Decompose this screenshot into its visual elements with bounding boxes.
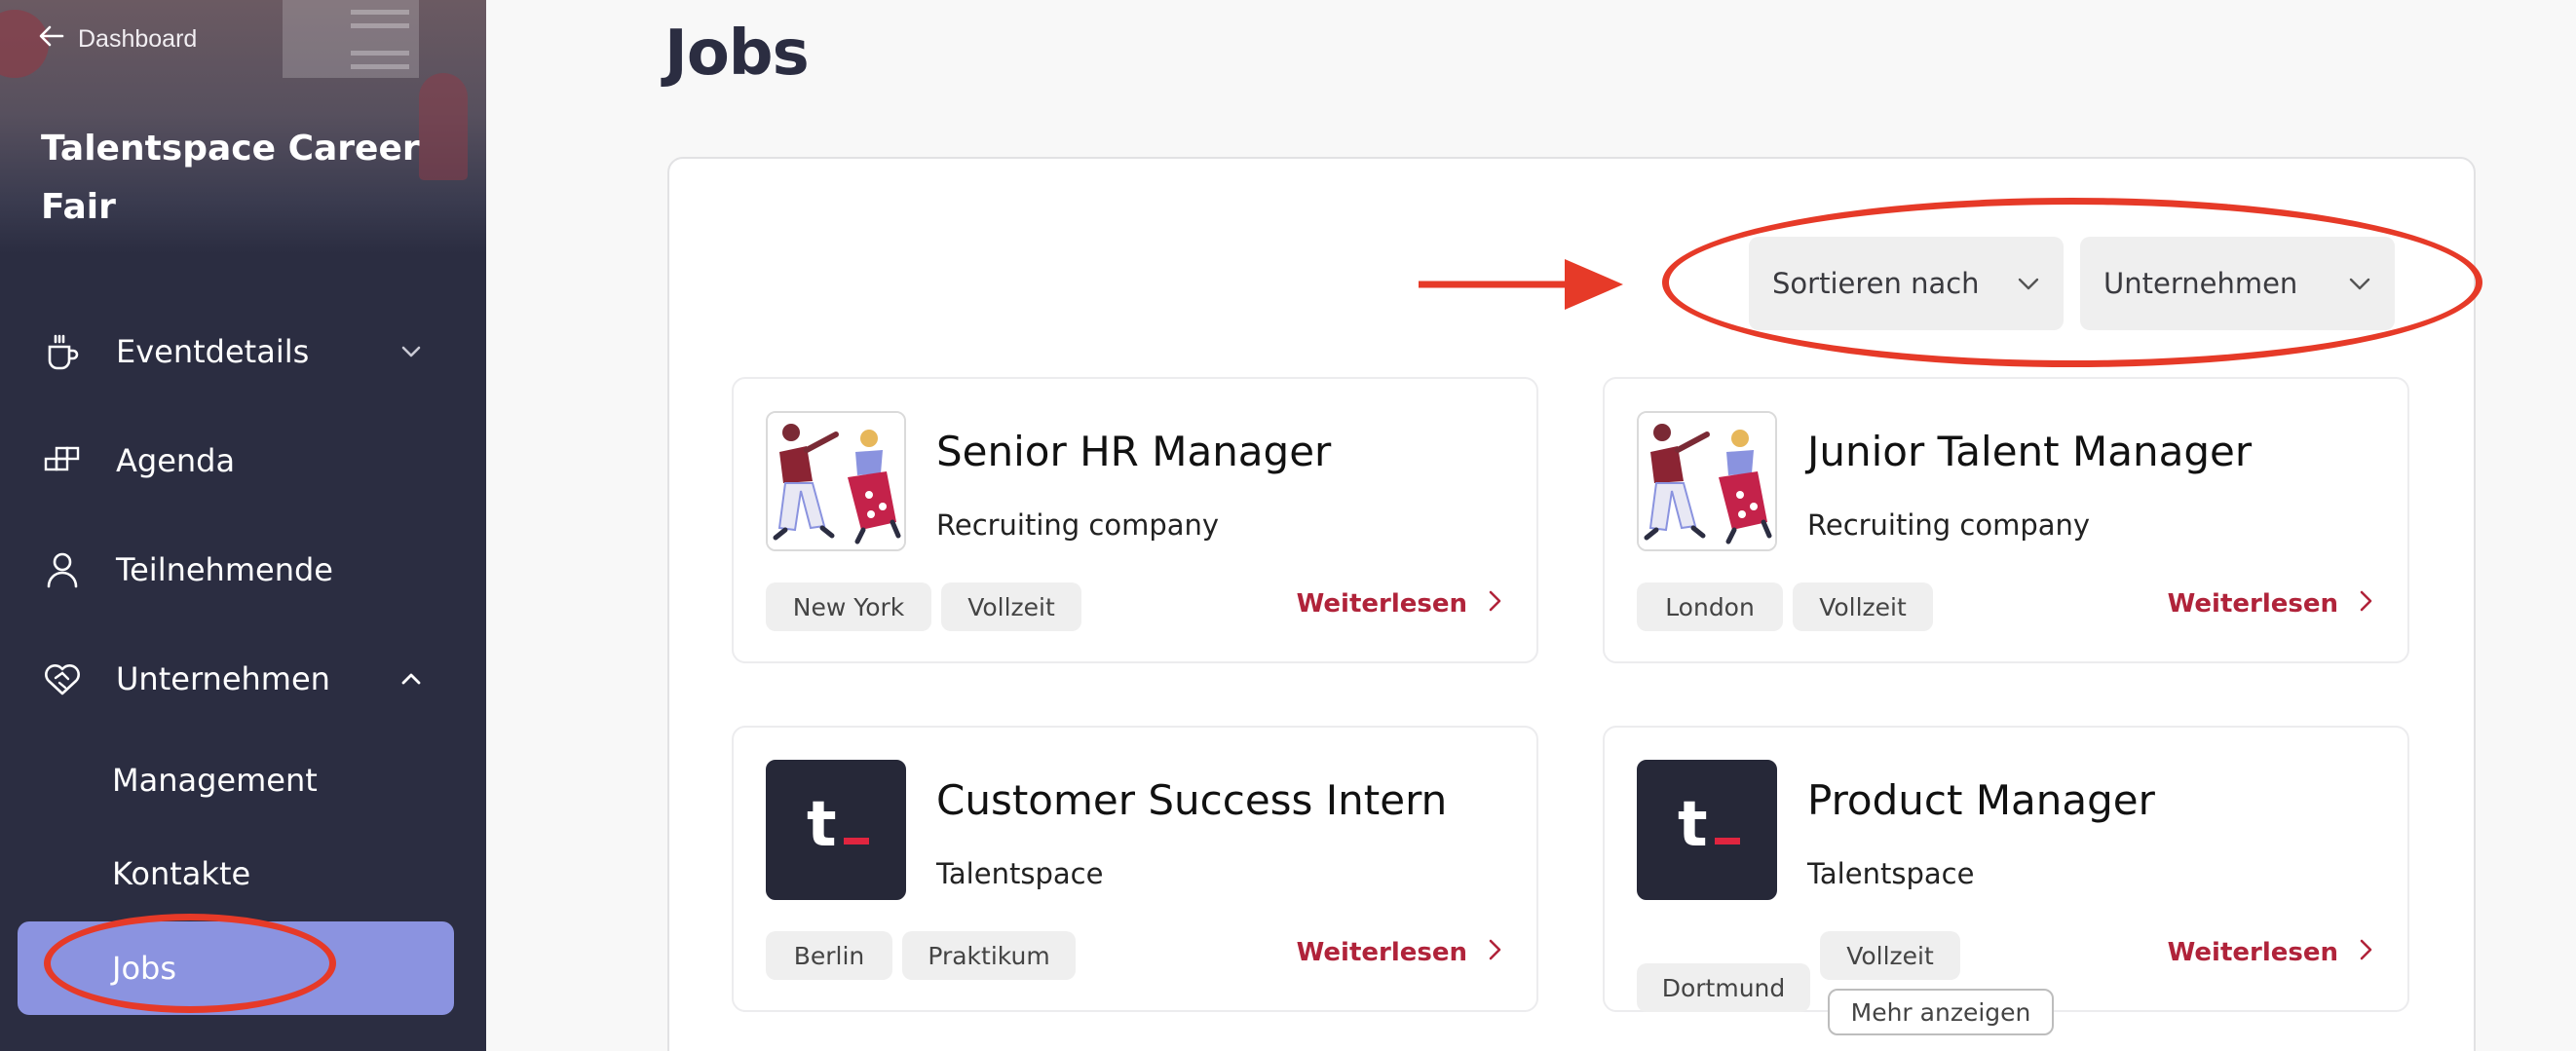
job-company: Recruiting company xyxy=(1807,508,2091,542)
location-tag: New York xyxy=(766,582,931,631)
svg-text:t: t xyxy=(807,789,837,861)
job-company: Talentspace xyxy=(1807,857,1975,890)
location-tag: London xyxy=(1637,582,1783,631)
sidebar-item-teilnehmende[interactable]: Teilnehmende xyxy=(0,531,486,609)
company-filter-dropdown[interactable]: Unternehmen xyxy=(2080,237,2395,330)
person-icon xyxy=(43,550,82,589)
sidebar-item-label: Agenda xyxy=(116,442,236,479)
event-title: Talentspace Career Fair xyxy=(41,129,420,227)
read-more-label: Weiterlesen xyxy=(2167,589,2338,619)
sidebar-item-eventdetails[interactable]: Eventdetails xyxy=(0,313,486,391)
talentspace-logo: t xyxy=(1637,760,1777,900)
read-more-label: Weiterlesen xyxy=(1296,938,1467,967)
location-tag: Berlin xyxy=(766,931,892,980)
sidebar-item-label: Teilnehmende xyxy=(116,551,333,588)
illustration-people-icon xyxy=(766,411,906,551)
show-more-tags-button[interactable]: Mehr anzeigen xyxy=(1828,989,2054,1035)
page-title: Jobs xyxy=(664,18,810,90)
talentspace-logo: t xyxy=(766,760,906,900)
job-card[interactable]: Senior HR Manager Recruiting company New… xyxy=(732,377,1538,663)
employment-type-tag: Vollzeit xyxy=(1820,931,1960,980)
coffee-cup-icon xyxy=(43,332,82,371)
annotation-arrow xyxy=(1419,259,1623,310)
agenda-blocks-icon xyxy=(43,441,82,480)
sidebar-subitem-label: Jobs xyxy=(112,950,176,987)
job-title[interactable]: Customer Success Intern xyxy=(936,776,1447,824)
employment-type-tag: Vollzeit xyxy=(941,582,1081,631)
sidebar-item-unternehmen[interactable]: Unternehmen xyxy=(0,640,486,718)
handshake-icon xyxy=(43,659,82,698)
location-tag: Dortmund xyxy=(1637,963,1810,1012)
job-card[interactable]: Junior Talent Manager Recruiting company… xyxy=(1603,377,2409,663)
sidebar-subitem-kontakte[interactable]: Kontakte xyxy=(0,835,486,913)
employment-type-tag: Vollzeit xyxy=(1793,582,1933,631)
read-more-label: Weiterlesen xyxy=(2167,938,2338,967)
arrow-left-icon xyxy=(39,25,64,54)
chevron-right-icon xyxy=(1489,589,1501,619)
sidebar-item-label: Eventdetails xyxy=(116,333,310,370)
read-more-link[interactable]: Weiterlesen xyxy=(2168,938,2372,967)
sort-by-dropdown[interactable]: Sortieren nach xyxy=(1749,237,2064,330)
chevron-up-icon xyxy=(398,665,425,693)
sidebar-item-agenda[interactable]: Agenda xyxy=(0,422,486,500)
employment-type-tag: Praktikum xyxy=(902,931,1076,980)
illustration-people-icon xyxy=(1637,411,1777,551)
job-company: Recruiting company xyxy=(936,508,1220,542)
chevron-down-icon xyxy=(398,338,425,365)
read-more-link[interactable]: Weiterlesen xyxy=(1297,589,1501,619)
sidebar: Dashboard Talentspace Career Fair Eventd… xyxy=(0,0,486,1051)
read-more-link[interactable]: Weiterlesen xyxy=(1297,938,1501,967)
job-title[interactable]: Junior Talent Manager xyxy=(1807,428,2252,475)
back-to-dashboard-link[interactable]: Dashboard xyxy=(39,25,197,54)
chevron-down-icon xyxy=(2015,270,2042,297)
job-card[interactable]: t Customer Success Intern Talentspace Be… xyxy=(732,726,1538,1012)
sidebar-item-label: Unternehmen xyxy=(116,660,330,697)
company-filter-label: Unternehmen xyxy=(2103,267,2298,300)
chevron-right-icon xyxy=(2360,938,2372,967)
chevron-right-icon xyxy=(1489,938,1501,967)
job-title[interactable]: Product Manager xyxy=(1807,776,2155,824)
svg-text:t: t xyxy=(1678,789,1708,861)
read-more-link[interactable]: Weiterlesen xyxy=(2168,589,2372,619)
back-link-label: Dashboard xyxy=(78,25,198,53)
chevron-down-icon xyxy=(2346,270,2373,297)
sort-by-label: Sortieren nach xyxy=(1772,267,1980,300)
sidebar-subitem-jobs[interactable]: Jobs xyxy=(18,921,454,1015)
job-company: Talentspace xyxy=(936,857,1104,890)
read-more-label: Weiterlesen xyxy=(1296,589,1467,619)
sidebar-subitem-label: Management xyxy=(112,762,318,799)
chevron-right-icon xyxy=(2360,589,2372,619)
job-card[interactable]: t Product Manager Talentspace Dortmund V… xyxy=(1603,726,2409,1035)
sidebar-subitem-management[interactable]: Management xyxy=(0,741,486,819)
job-title[interactable]: Senior HR Manager xyxy=(936,428,1331,475)
sidebar-subitem-label: Kontakte xyxy=(112,855,251,892)
